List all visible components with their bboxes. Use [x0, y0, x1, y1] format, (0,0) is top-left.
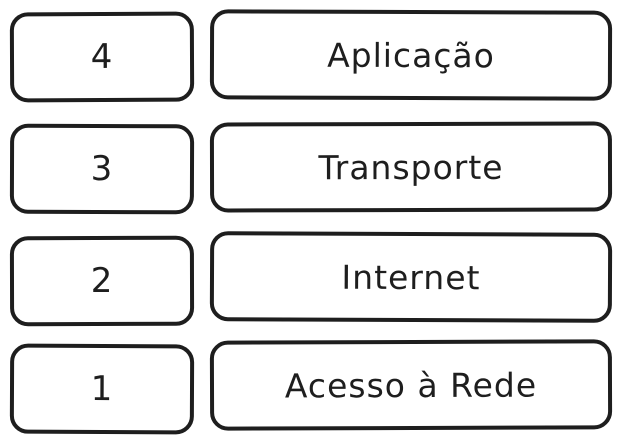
layer-name: Transporte	[318, 147, 504, 187]
layer-name-box: Acesso à Rede	[209, 339, 613, 431]
layer-name-box: Aplicação	[209, 9, 613, 101]
layer-number: 2	[90, 260, 114, 302]
layer-number-box: 1	[9, 343, 195, 435]
layer-number: 4	[90, 36, 114, 78]
layer-number-box: 3	[9, 123, 195, 215]
layer-name-box: Internet	[209, 231, 613, 323]
layer-number: 3	[90, 148, 114, 190]
layer-number: 1	[90, 368, 114, 410]
layer-number-box: 2	[9, 235, 195, 327]
layer-name-box: Transporte	[209, 121, 613, 213]
layer-name: Aplicação	[327, 35, 495, 75]
layer-name: Acesso à Rede	[284, 365, 538, 405]
layer-name: Internet	[341, 257, 481, 297]
layer-number-box: 4	[9, 11, 195, 103]
layer-diagram: 4 Aplicação 3 Transporte 2 Internet 1 Ac…	[0, 0, 622, 444]
